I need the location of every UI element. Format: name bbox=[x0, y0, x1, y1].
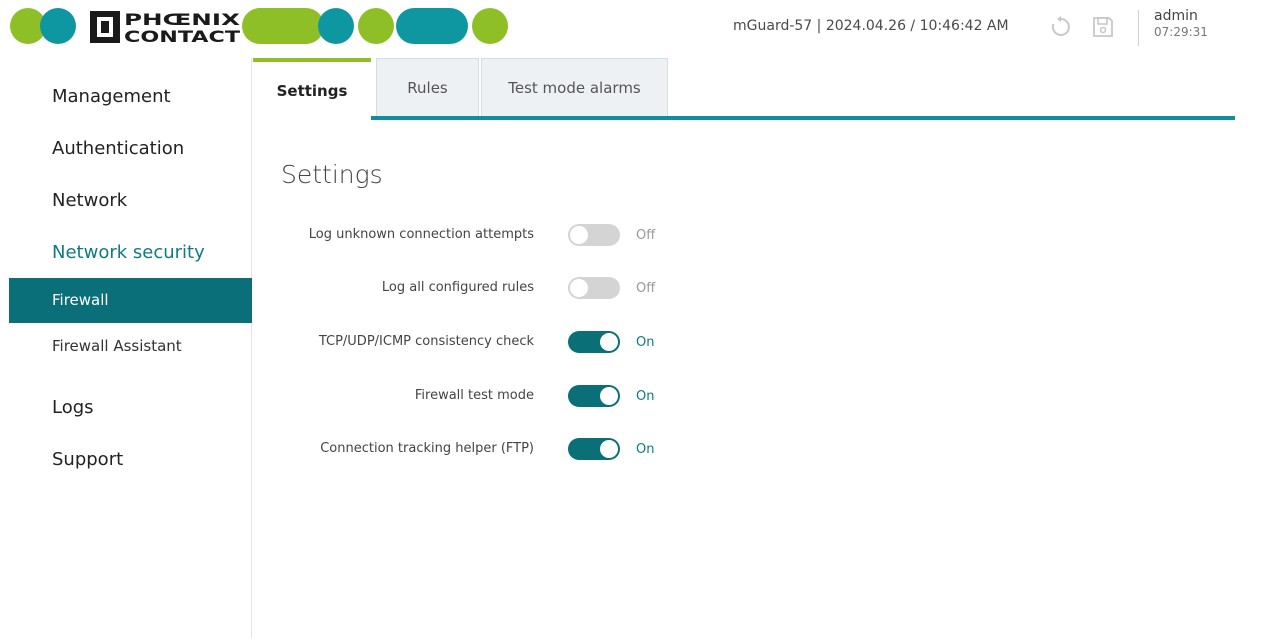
toggle-firewall-test-mode[interactable] bbox=[568, 385, 620, 407]
logo-dot-teal bbox=[40, 8, 76, 44]
state-consistency-check: On bbox=[636, 335, 655, 350]
toggle-knob bbox=[570, 226, 588, 244]
tab-rules[interactable]: Rules bbox=[376, 58, 479, 116]
sidebar: Management Authentication Network Networ… bbox=[0, 58, 252, 638]
tab-bar: Settings Rules Test mode alarms bbox=[253, 58, 1235, 121]
header: PHŒNIX CONTACT mGuard-57 | 2024.04.26 / … bbox=[0, 0, 1262, 58]
setting-label-log-unknown: Log unknown connection attempts bbox=[308, 227, 534, 242]
sidebar-item-network-security[interactable]: Network security bbox=[52, 242, 205, 263]
header-separator bbox=[1138, 10, 1139, 46]
user-info[interactable]: admin 07:29:31 bbox=[1154, 8, 1208, 39]
tab-underline bbox=[370, 116, 1235, 120]
sidebar-item-management[interactable]: Management bbox=[52, 86, 171, 107]
toggle-log-unknown[interactable] bbox=[568, 224, 620, 246]
toggle-knob bbox=[570, 279, 588, 297]
state-firewall-test-mode: On bbox=[636, 389, 655, 404]
user-name: admin bbox=[1154, 8, 1198, 24]
sidebar-item-authentication[interactable]: Authentication bbox=[52, 138, 184, 159]
logo-pill-green bbox=[242, 8, 324, 44]
save-icon[interactable] bbox=[1089, 13, 1117, 41]
session-time: 07:29:31 bbox=[1154, 25, 1208, 39]
device-info: mGuard-57 | 2024.04.26 / 10:46:42 AM bbox=[733, 18, 1009, 34]
sidebar-item-firewall-assistant[interactable]: Firewall Assistant bbox=[52, 337, 182, 355]
state-log-unknown: Off bbox=[636, 228, 656, 243]
toggle-log-all-rules[interactable] bbox=[568, 277, 620, 299]
sidebar-item-support[interactable]: Support bbox=[52, 449, 123, 470]
setting-label-ftp-helper: Connection tracking helper (FTP) bbox=[320, 441, 534, 456]
sidebar-item-network[interactable]: Network bbox=[52, 190, 127, 211]
brand-wordmark: PHŒNIX CONTACT bbox=[90, 10, 241, 46]
page-title: Settings bbox=[281, 160, 383, 189]
setting-label-log-all-rules: Log all configured rules bbox=[381, 280, 534, 295]
toggle-consistency-check[interactable] bbox=[568, 331, 620, 353]
sidebar-item-logs[interactable]: Logs bbox=[52, 397, 94, 418]
setting-label-firewall-test-mode: Firewall test mode bbox=[414, 388, 534, 403]
logo-dot-green-2 bbox=[358, 8, 394, 44]
toggle-ftp-helper[interactable] bbox=[568, 438, 620, 460]
state-ftp-helper: On bbox=[636, 442, 655, 457]
logo-dot-green-3 bbox=[472, 8, 508, 44]
svg-text:CONTACT: CONTACT bbox=[124, 27, 240, 46]
toggle-knob bbox=[600, 333, 618, 351]
tab-settings[interactable]: Settings bbox=[253, 58, 371, 120]
sidebar-item-firewall[interactable]: Firewall bbox=[9, 278, 252, 323]
logo-pill-teal bbox=[396, 8, 468, 44]
revert-icon[interactable] bbox=[1047, 13, 1075, 41]
setting-label-consistency-check: TCP/UDP/ICMP consistency check bbox=[318, 334, 534, 349]
toggle-knob bbox=[600, 387, 618, 405]
toggle-knob bbox=[600, 440, 618, 458]
state-log-all-rules: Off bbox=[636, 281, 656, 296]
logo-dot-teal-2 bbox=[318, 8, 354, 44]
tab-test-mode-alarms[interactable]: Test mode alarms bbox=[481, 58, 668, 116]
